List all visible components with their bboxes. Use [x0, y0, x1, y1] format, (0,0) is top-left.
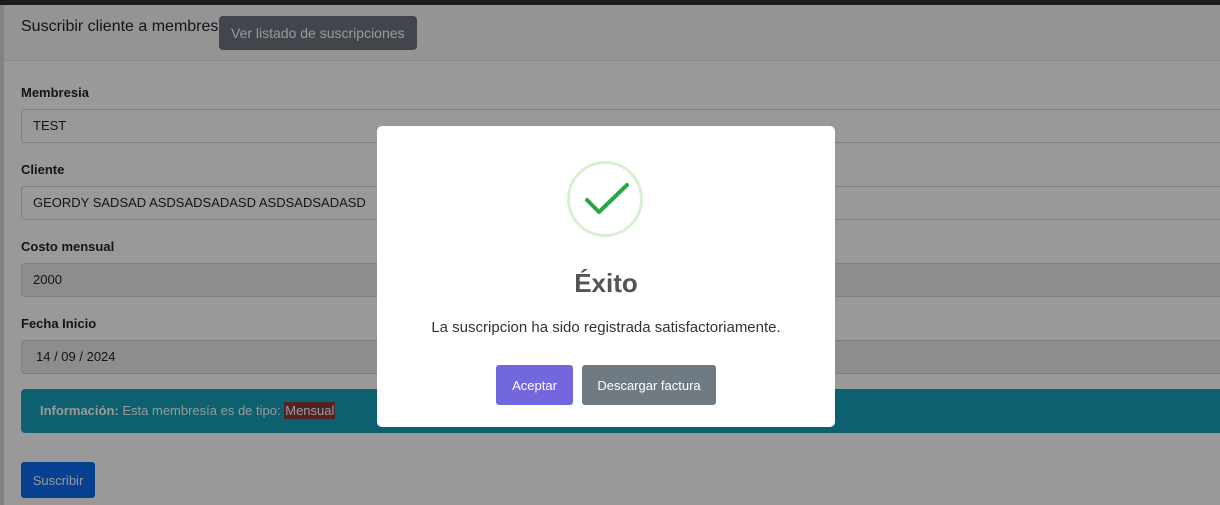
- modal-title: Éxito: [574, 268, 638, 298]
- accept-button[interactable]: Aceptar: [496, 365, 573, 405]
- success-modal: Éxito La suscripcion ha sido registrada …: [377, 126, 835, 427]
- download-invoice-button[interactable]: Descargar factura: [582, 365, 716, 405]
- modal-message: La suscripcion ha sido registrada satisf…: [431, 319, 781, 336]
- modal-backdrop[interactable]: Éxito La suscripcion ha sido registrada …: [0, 0, 1220, 505]
- success-icon-ring: [567, 161, 643, 237]
- check-icon: [585, 183, 629, 214]
